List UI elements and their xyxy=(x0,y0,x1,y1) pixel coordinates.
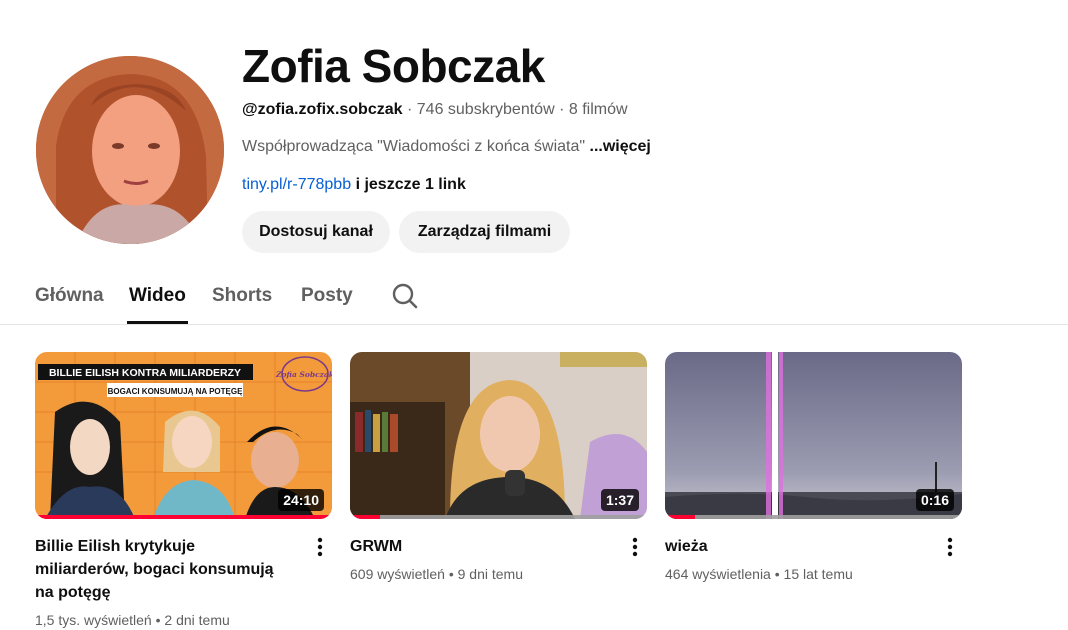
channel-name: Zofia Sobczak xyxy=(242,40,545,92)
more-link[interactable]: ...więcej xyxy=(590,138,651,155)
thumb-subheadline: BOGACI KONSUMUJĄ NA POTĘGĘ xyxy=(108,387,243,396)
channel-description[interactable]: Współprowadząca "Wiadomości z końca świa… xyxy=(242,136,651,158)
watch-progress-bar xyxy=(35,515,332,519)
tab-posts[interactable]: Posty xyxy=(301,285,353,307)
video-duration: 1:37 xyxy=(600,489,639,511)
watch-progress-fill xyxy=(350,515,380,519)
view-count: 464 wyświetlenia xyxy=(665,566,771,582)
manage-videos-button[interactable]: Zarządzaj filmami xyxy=(399,211,570,253)
more-options-icon[interactable] xyxy=(308,535,332,559)
watch-progress-fill xyxy=(665,515,695,519)
meta-separator: • xyxy=(448,566,454,582)
video-card[interactable]: BILLIE EILISH KONTRA MILIARDERZY BOGACI … xyxy=(35,352,332,630)
video-thumbnail[interactable]: 0:16 xyxy=(665,352,962,519)
tab-videos[interactable]: Wideo xyxy=(127,285,188,324)
meta-separator: • xyxy=(155,612,161,628)
channel-handle: @zofia.zofix.sobczak xyxy=(242,101,403,118)
channel-links: tiny.pl/r-778pbb i jeszcze 1 link xyxy=(242,174,466,196)
upload-age: 15 lat temu xyxy=(783,566,853,582)
video-meta: 1,5 tys. wyświetleń • 2 dni temu xyxy=(35,610,332,630)
video-thumbnail[interactable]: BILLIE EILISH KONTRA MILIARDERZY BOGACI … xyxy=(35,352,332,519)
more-links[interactable]: i jeszcze 1 link xyxy=(356,176,466,193)
description-text: Współprowadząca "Wiadomości z końca świa… xyxy=(242,138,586,155)
video-thumbnail[interactable]: 1:37 xyxy=(350,352,647,519)
video-count: 8 filmów xyxy=(568,101,628,118)
meta-separator: • xyxy=(774,566,780,582)
video-duration: 0:16 xyxy=(915,489,954,511)
more-options-icon[interactable] xyxy=(623,535,647,559)
more-options-icon[interactable] xyxy=(938,535,962,559)
tab-shorts[interactable]: Shorts xyxy=(212,285,272,307)
watch-progress-bar xyxy=(350,515,647,519)
search-icon[interactable] xyxy=(391,282,419,310)
channel-link[interactable]: tiny.pl/r-778pbb xyxy=(242,176,351,193)
subscriber-count: 746 subskrybentów xyxy=(416,101,555,118)
video-title[interactable]: wieża xyxy=(665,535,920,558)
meta-separator: · xyxy=(406,101,413,118)
channel-meta: @zofia.zofix.sobczak · 746 subskrybentów… xyxy=(242,99,628,121)
video-card[interactable]: 1:37 GRWM 609 wyświetleń • 9 dni temu xyxy=(350,352,647,584)
video-title[interactable]: Billie Eilish krytykuje miliarderów, bog… xyxy=(35,535,290,604)
avatar-image xyxy=(36,56,224,244)
thumb-headline: BILLIE EILISH KONTRA MILIARDERZY xyxy=(49,367,241,379)
view-count: 609 wyświetleń xyxy=(350,566,445,582)
channel-tabs: Główna Wideo Shorts Posty xyxy=(0,270,1068,325)
video-title[interactable]: GRWM xyxy=(350,535,605,558)
video-meta: 609 wyświetleń • 9 dni temu xyxy=(350,564,647,584)
channel-avatar[interactable] xyxy=(36,56,224,244)
view-count: 1,5 tys. wyświetleń xyxy=(35,612,152,628)
tab-home[interactable]: Główna xyxy=(35,285,104,307)
customize-channel-button[interactable]: Dostosuj kanał xyxy=(242,211,390,253)
thumb-logo: Zofia Sobczak xyxy=(275,370,332,379)
watch-progress-fill xyxy=(35,515,332,519)
video-meta: 464 wyświetlenia • 15 lat temu xyxy=(665,564,962,584)
upload-age: 2 dni temu xyxy=(164,612,230,628)
video-duration: 24:10 xyxy=(278,489,324,511)
meta-separator: · xyxy=(559,101,565,118)
video-card[interactable]: 0:16 wieża 464 wyświetlenia • 15 lat tem… xyxy=(665,352,962,584)
upload-age: 9 dni temu xyxy=(457,566,523,582)
watch-progress-bar xyxy=(665,515,962,519)
